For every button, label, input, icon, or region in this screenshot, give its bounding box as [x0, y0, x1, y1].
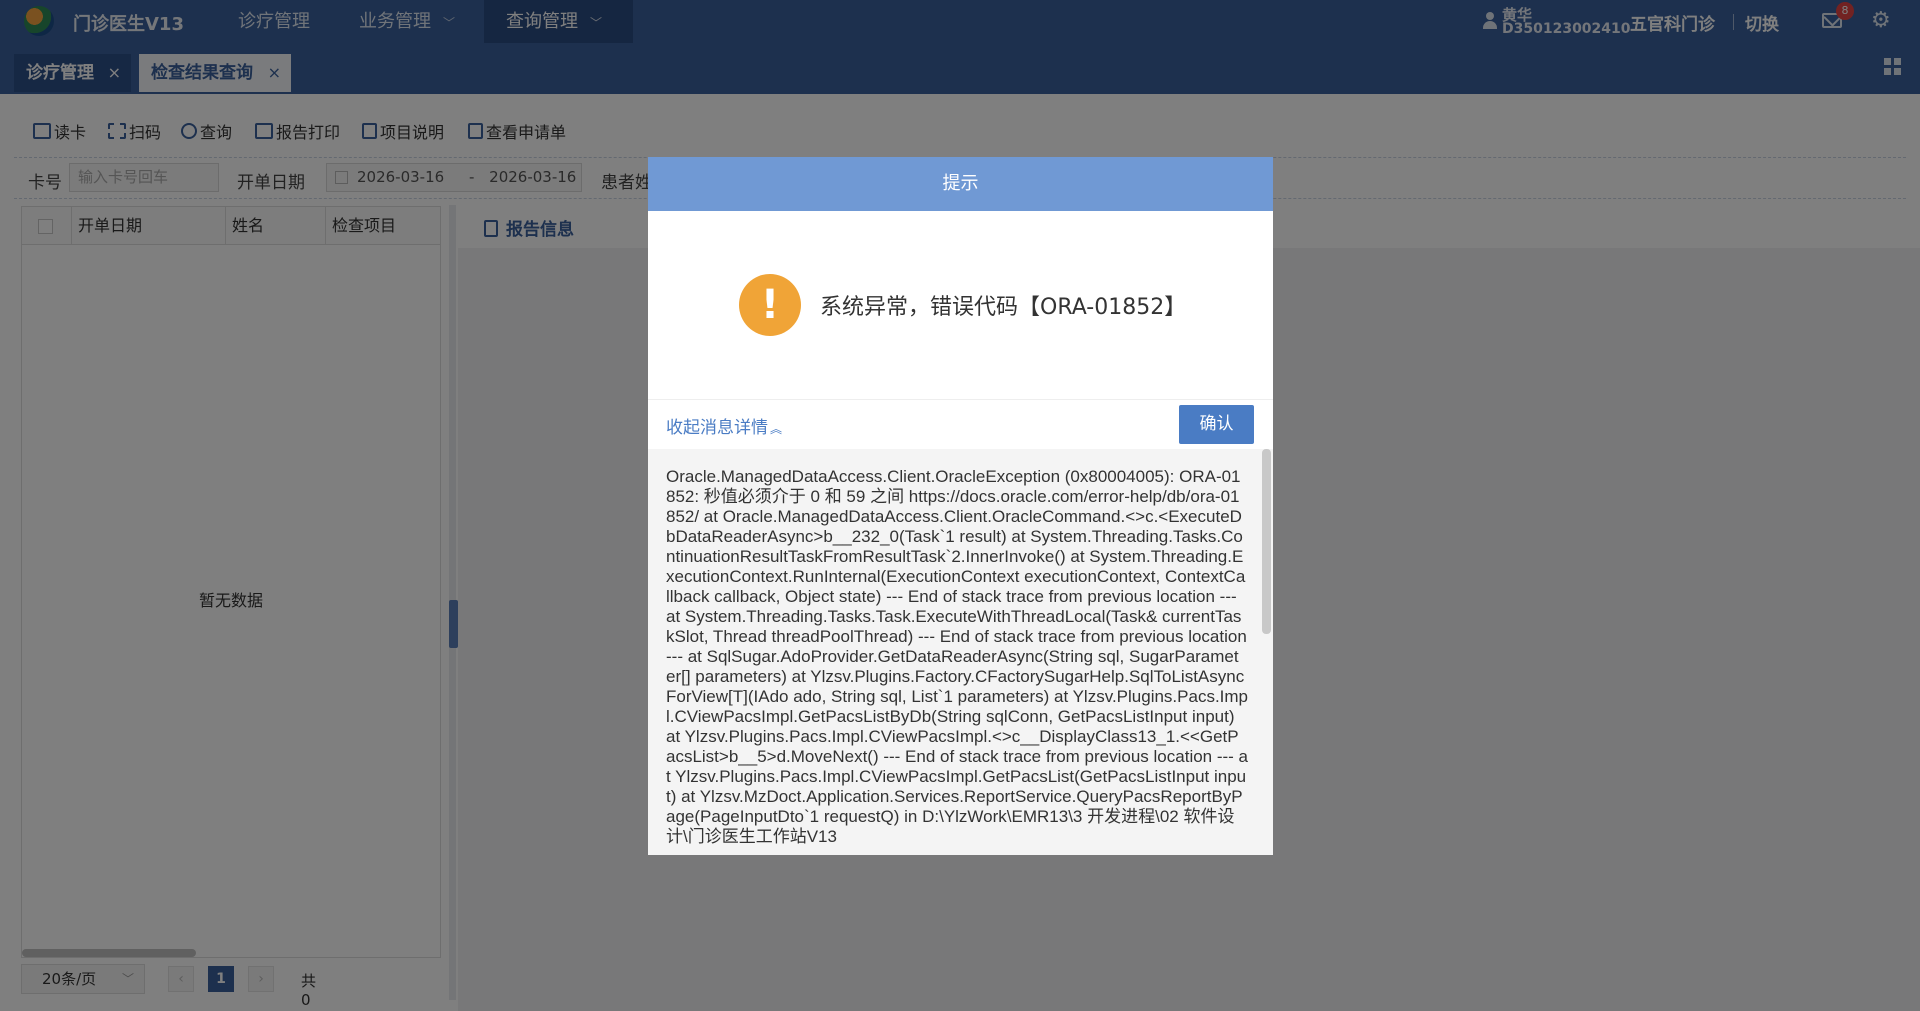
chevron-up-icon: ︽ [770, 422, 783, 436]
warning-icon: ! [739, 274, 801, 336]
error-detail-box[interactable]: Oracle.ManagedDataAccess.Client.OracleEx… [648, 449, 1273, 855]
collapse-label: 收起消息详情 [666, 418, 768, 438]
collapse-details-link[interactable]: 收起消息详情 ︽ [666, 413, 782, 438]
divider [648, 399, 1273, 400]
vertical-scrollbar[interactable] [1262, 449, 1271, 634]
confirm-button[interactable]: 确认 [1179, 405, 1254, 444]
error-detail-text: Oracle.ManagedDataAccess.Client.OracleEx… [666, 467, 1249, 846]
error-dialog: 提示 ! 系统异常，错误代码【ORA-01852】 收起消息详情 ︽ 确认 Ora… [648, 157, 1273, 855]
dialog-title: 提示 [648, 157, 1273, 211]
error-message: 系统异常，错误代码【ORA-01852】 [820, 295, 1187, 320]
